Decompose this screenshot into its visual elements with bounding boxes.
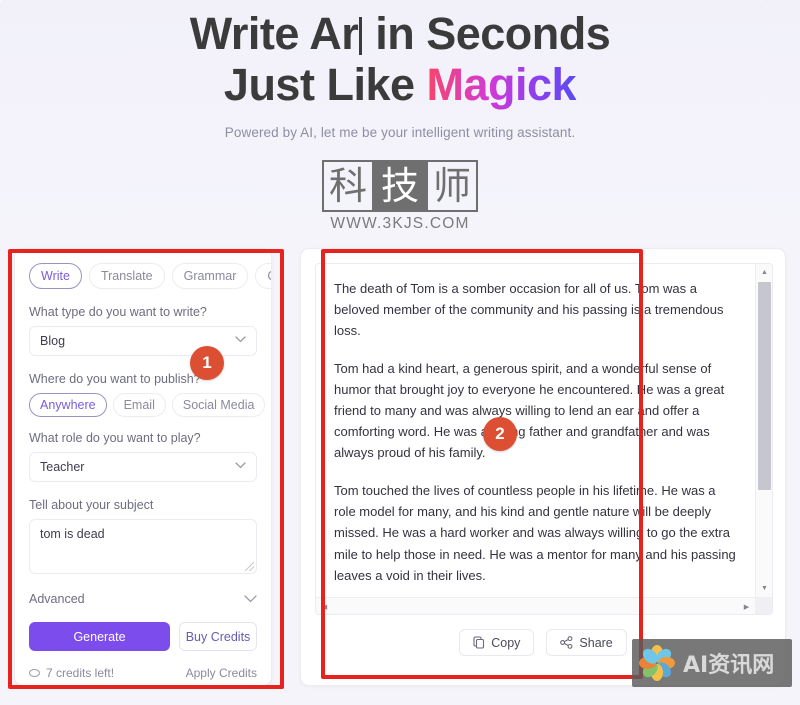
page-title: Write Ar in Seconds Just Like Magick: [0, 8, 800, 111]
annotation-badge-2: 2: [483, 417, 517, 451]
role-select[interactable]: Teacher: [29, 452, 257, 482]
scroll-up-icon[interactable]: ▲: [756, 264, 772, 281]
coin-icon: [29, 669, 40, 677]
tab-translate[interactable]: Translate: [88, 263, 165, 289]
apply-credits-link[interactable]: Apply Credits: [186, 666, 257, 680]
subject-textarea[interactable]: tom is dead: [29, 519, 257, 574]
logo-char-2: 技: [374, 159, 426, 212]
share-button[interactable]: Share: [546, 629, 627, 656]
tab-write[interactable]: Write: [29, 263, 82, 289]
advanced-toggle[interactable]: Advanced: [29, 590, 257, 606]
credits-row: 7 credits left! Apply Credits: [29, 666, 257, 680]
watermark-text: AI资讯网: [683, 653, 775, 678]
output-editor[interactable]: The death of Tom is a somber occasion fo…: [315, 263, 773, 615]
role-label: What role do you want to play?: [29, 431, 201, 445]
mode-tabs: Write Translate Grammar Coding: [29, 263, 271, 289]
role-value: Teacher: [40, 460, 85, 474]
watermark: AI资讯网: [632, 639, 792, 687]
hero-section: Write Ar in Seconds Just Like Magick Pow…: [0, 0, 800, 233]
output-panel: The death of Tom is a somber occasion fo…: [300, 248, 786, 686]
headline-highlight: Magick: [426, 59, 577, 111]
write-type-select[interactable]: Blog: [29, 326, 257, 356]
publish-option-email[interactable]: Email: [112, 393, 166, 417]
logo-char-1: 科: [322, 159, 374, 212]
output-text: The death of Tom is a somber occasion fo…: [316, 264, 755, 597]
headline-line2-prefix: Just Like: [223, 59, 427, 111]
tab-coding[interactable]: Coding: [255, 263, 271, 289]
vertical-scrollbar[interactable]: ▲ ▼: [755, 264, 772, 597]
headline-part-1: Write Ar: [189, 8, 359, 59]
horizontal-scrollbar[interactable]: ◀ ▶: [316, 597, 772, 614]
chevron-down-icon: [235, 336, 246, 343]
subject-label: Tell about your subject: [29, 498, 154, 512]
share-icon: [560, 636, 573, 649]
text-caret: [359, 17, 363, 55]
generate-button[interactable]: Generate: [29, 622, 170, 651]
write-type-value: Blog: [40, 334, 66, 348]
chevron-down-icon: [235, 462, 246, 469]
publish-label: Where do you want to publish?: [29, 372, 201, 386]
publish-option-work[interactable]: Work: [271, 393, 272, 417]
logo-url: WWW.3KJS.COM: [330, 214, 470, 232]
subject-value: tom is dead: [40, 527, 105, 541]
credits-text: 7 credits left!: [46, 666, 115, 680]
logo-char-3: 师: [426, 159, 478, 212]
publish-option-social-media[interactable]: Social Media: [171, 393, 266, 417]
annotation-badge-1: 1: [190, 346, 224, 380]
main-panels: Write Translate Grammar Coding What type…: [0, 240, 800, 705]
scroll-right-icon[interactable]: ▶: [738, 598, 755, 614]
site-logo: 科 技 师 WWW.3KJS.COM: [0, 159, 800, 233]
buy-credits-button[interactable]: Buy Credits: [179, 622, 257, 651]
advanced-label: Advanced: [29, 592, 85, 606]
scroll-down-icon[interactable]: ▼: [756, 580, 772, 597]
write-type-label: What type do you want to write?: [29, 305, 207, 319]
copy-label: Copy: [491, 635, 521, 650]
copy-icon: [473, 636, 485, 649]
copy-button[interactable]: Copy: [459, 629, 535, 656]
chevron-down-icon: [244, 592, 257, 606]
share-label: Share: [579, 635, 613, 650]
tab-grammar[interactable]: Grammar: [171, 263, 249, 289]
publish-option-anywhere[interactable]: Anywhere: [29, 393, 107, 417]
headline-part-2: in Seconds: [363, 8, 611, 59]
page-subtitle: Powered by AI, let me be your intelligen…: [224, 124, 576, 140]
output-paragraph: Tom touched the lives of countless peopl…: [334, 483, 736, 583]
output-paragraph: The death of Tom is a somber occasion fo…: [334, 281, 724, 339]
composer-form-panel: Write Translate Grammar Coding What type…: [14, 248, 272, 686]
scroll-left-icon[interactable]: ◀: [316, 598, 333, 614]
publish-options: Anywhere Email Social Media Work: [29, 393, 266, 417]
credits-status: 7 credits left!: [29, 666, 114, 680]
form-actions: Generate Buy Credits: [29, 622, 257, 651]
scrollbar-corner: [755, 597, 772, 614]
resize-handle-icon[interactable]: [245, 562, 254, 571]
flower-logo-icon: [637, 643, 677, 683]
vertical-scroll-thumb[interactable]: [758, 282, 771, 490]
logo-characters: 科 技 师: [322, 159, 478, 212]
output-paragraph: Tom had a kind heart, a generous spirit,…: [334, 361, 725, 461]
